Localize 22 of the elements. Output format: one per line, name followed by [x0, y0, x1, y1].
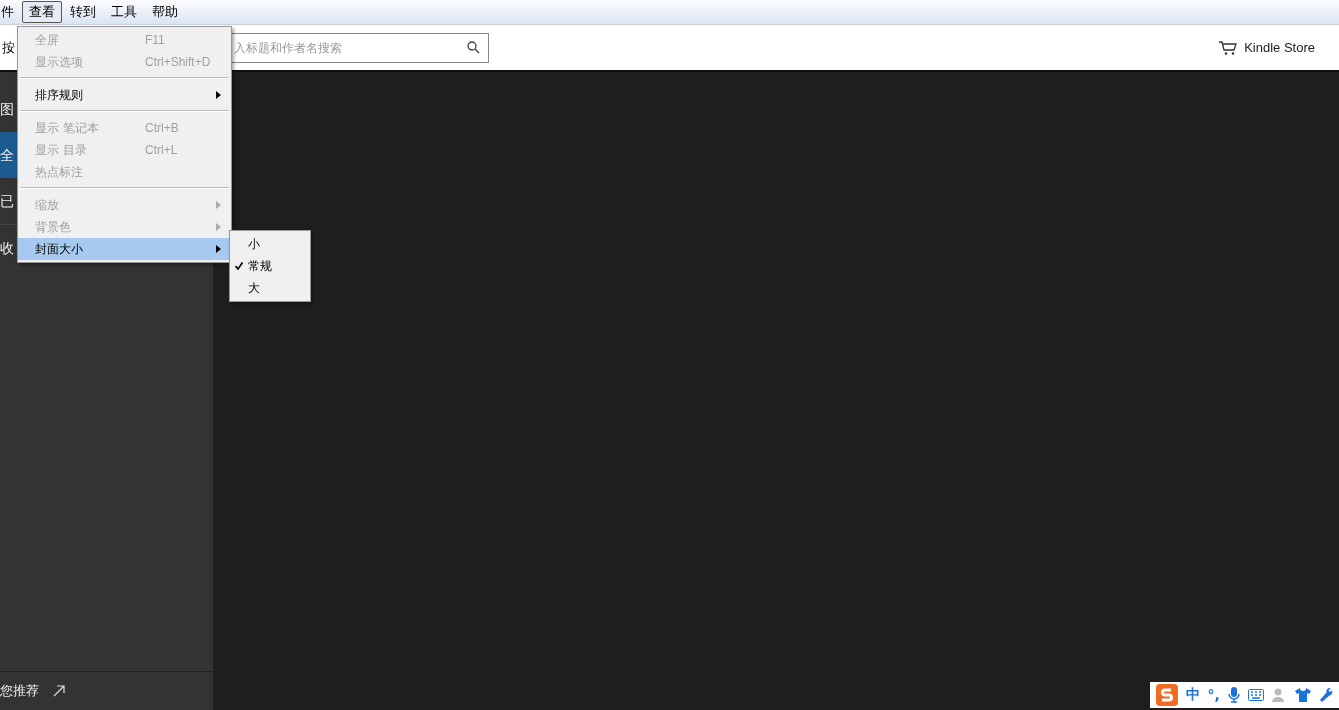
- menu-item[interactable]: 封面大小: [18, 238, 231, 260]
- external-link-icon: [53, 685, 65, 697]
- shirt-icon[interactable]: [1295, 688, 1312, 702]
- menu-bar-item[interactable]: 工具: [104, 1, 144, 23]
- toolbar-label: 按: [2, 38, 15, 57]
- menu-bar-item[interactable]: 帮助: [145, 1, 185, 23]
- ime-logo-icon[interactable]: [1155, 684, 1178, 706]
- menu-bar-item[interactable]: 件: [0, 1, 21, 23]
- wrench-icon[interactable]: [1319, 687, 1334, 703]
- menu-item[interactable]: 大: [230, 277, 310, 299]
- kindle-store-link[interactable]: Kindle Store: [1218, 39, 1315, 56]
- cart-icon: [1218, 39, 1239, 56]
- menu-bar-item[interactable]: 查看: [22, 1, 62, 23]
- search-icon[interactable]: [467, 40, 480, 54]
- menu-item[interactable]: 小: [230, 233, 310, 255]
- menu-item[interactable]: 常规: [230, 255, 310, 277]
- menu-item[interactable]: 排序规则: [18, 84, 231, 106]
- punctuation-toggle[interactable]: °,: [1207, 687, 1220, 703]
- microphone-icon[interactable]: [1227, 687, 1240, 703]
- input-mode-toggle[interactable]: 中: [1185, 686, 1200, 704]
- keyboard-icon[interactable]: [1247, 689, 1264, 701]
- menu-bar-item[interactable]: 转到: [63, 1, 103, 23]
